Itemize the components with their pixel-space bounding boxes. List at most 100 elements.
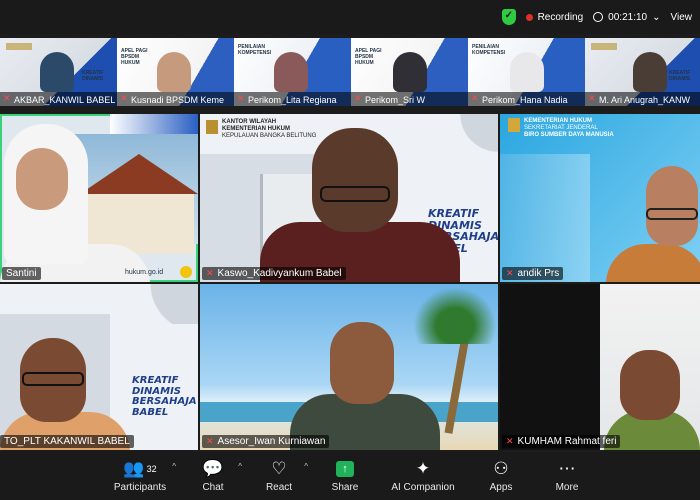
- participant-name: Kaswo_Kadivyankum Babel: [217, 268, 342, 279]
- chevron-down-icon: ⌄: [652, 11, 661, 23]
- share-label: Share: [331, 481, 359, 493]
- mic-off-icon: ✕: [471, 93, 479, 103]
- glasses-icon: [22, 372, 84, 386]
- thumbnail-tile[interactable]: APEL PAGI BPSDM HUKUM ✕ Kusnadi BPSDM Ke…: [117, 38, 234, 106]
- meeting-top-bar: Recording 00:21:10 ⌄ View: [0, 0, 700, 34]
- website-label: hukum.go.id: [125, 269, 164, 276]
- participant-name-tag: ✕ Asesor_Iwan Kurniawan: [202, 435, 330, 448]
- encryption-shield-icon[interactable]: [501, 9, 516, 25]
- participant-name: KUMHAM Rahmat feri: [517, 436, 617, 447]
- org-line-1: KANTOR WILAYAH: [222, 119, 277, 125]
- heart-icon: ♡: [271, 458, 287, 478]
- share-screen-icon: ↑: [336, 460, 354, 477]
- building-background: [500, 154, 590, 282]
- ministry-logo-icon: [206, 120, 218, 134]
- participant-face: [620, 350, 680, 420]
- participant-body: [606, 244, 700, 282]
- org-line-2: KEMENTERIAN HUKUM: [222, 126, 290, 133]
- thumbnail-tile[interactable]: PENILAIAN KOMPETENSI ✕ Perikom_Lita Regi…: [234, 38, 351, 106]
- mic-off-icon: ✕: [206, 268, 214, 278]
- thumbnail-name: AKBAR_KANWIL BABEL: [14, 95, 116, 105]
- apps-button[interactable]: ⚇ Apps: [468, 458, 534, 493]
- ai-companion-label: AI Companion: [391, 481, 455, 493]
- participant-name-tag: TO_PLT KAKANWIL BABEL: [0, 435, 134, 448]
- participant-name: andik Prs: [517, 268, 560, 279]
- mic-off-icon: ✕: [354, 93, 362, 103]
- participant-face: [330, 322, 394, 404]
- video-tile-kaswo[interactable]: KANTOR WILAYAH KEMENTERIAN HUKUM KEPULAU…: [200, 114, 498, 282]
- org-line-3: KEPULAUAN BANGKA BELITUNG: [222, 133, 317, 140]
- participant-video: [510, 52, 544, 92]
- thumbnail-name: Perikom_Lita Regiana: [248, 95, 337, 105]
- view-label: View: [670, 11, 693, 23]
- mic-off-icon: ✕: [506, 268, 514, 278]
- chat-label: Chat: [202, 481, 224, 493]
- recording-dot-icon: [525, 13, 533, 21]
- mic-off-icon: ✕: [3, 93, 11, 103]
- recording-label: Recording: [537, 11, 584, 23]
- participant-name-tag: ✕ KUMHAM Rahmat feri: [502, 435, 621, 448]
- thumbnail-tile[interactable]: PENILAIAN KOMPETENSI ✕ Perikom_Hana Nadi…: [468, 38, 585, 106]
- participants-button[interactable]: ^ 👥 32 Participants: [100, 458, 180, 493]
- timer-value: 00:21:10: [608, 11, 648, 23]
- decor-arc: [390, 114, 498, 174]
- thumbnail-tag: KREATIF DINAMIS: [669, 70, 691, 82]
- org-logo-icon: [591, 43, 617, 50]
- org-line-1: KEMENTERIAN HUKUM: [524, 118, 592, 124]
- chevron-up-icon[interactable]: ^: [238, 462, 242, 471]
- thumbnail-tag: PENILAIAN KOMPETENSI: [472, 44, 506, 56]
- more-button[interactable]: ⋯ More: [534, 459, 600, 493]
- mic-off-icon: ✕: [206, 436, 214, 446]
- mic-off-icon: ✕: [506, 436, 514, 446]
- participant-name: Santini: [6, 268, 37, 279]
- thumbnail-tag: PENILAIAN KOMPETENSI: [238, 44, 272, 56]
- participant-name: Asesor_Iwan Kurniawan: [217, 436, 326, 447]
- participant-name-tag: ✕ Kaswo_Kadivyankum Babel: [202, 267, 346, 280]
- apps-label: Apps: [489, 481, 513, 493]
- view-button[interactable]: View: [671, 12, 693, 23]
- participant-video: [633, 52, 667, 92]
- glasses-icon: [320, 186, 390, 202]
- thumbnail-tile[interactable]: KREATIF DINAMIS ✕ AKBAR_KANWIL BABEL: [0, 38, 117, 106]
- participants-count: 32: [146, 463, 157, 474]
- mic-off-icon: ✕: [237, 93, 245, 103]
- thumbnail-tile[interactable]: KREATIF DINAMIS ✕ M. Ari Anugrah_KANW: [585, 38, 700, 106]
- thumbnail-name: Perikom_Sri W: [365, 95, 426, 105]
- thumbnail-name: Kusnadi BPSDM Keme: [131, 95, 225, 105]
- thumbnail-tag: APEL PAGI BPSDM HUKUM: [355, 48, 382, 66]
- apps-icon: ⚇: [493, 458, 509, 478]
- chevron-up-icon[interactable]: ^: [172, 462, 176, 471]
- video-tile-asesor[interactable]: ✕ Asesor_Iwan Kurniawan: [200, 284, 498, 450]
- participant-name-tag: ✕ andik Prs: [502, 267, 564, 280]
- participant-face: [16, 148, 68, 210]
- decor-arc: [88, 284, 198, 324]
- org-text: KEMENTERIAN HUKUM SEKRETARIAT JENDERAL B…: [524, 118, 614, 140]
- more-label: More: [555, 481, 579, 493]
- video-tile-santini[interactable]: hukum.go.id Santini: [0, 114, 198, 282]
- mic-off-icon: ✕: [588, 93, 596, 103]
- meeting-toolbar: ^ 👥 32 Participants ^ 💬 Chat ^ ♡ React ↑ …: [0, 452, 700, 500]
- recording-indicator[interactable]: Recording: [525, 11, 584, 23]
- participant-video: [274, 52, 308, 92]
- chevron-up-icon[interactable]: ^: [304, 462, 308, 471]
- participants-icon: 👥: [123, 458, 145, 478]
- video-tile-andik[interactable]: KEMENTERIAN HUKUM SEKRETARIAT JENDERAL B…: [500, 114, 700, 282]
- thumbnail-tile[interactable]: APEL PAGI BPSDM HUKUM ✕ Perikom_Sri W: [351, 38, 468, 106]
- meeting-timer[interactable]: 00:21:10 ⌄: [593, 11, 661, 23]
- participant-video: [40, 52, 74, 92]
- participant-thumbnail-strip: KREATIF DINAMIS ✕ AKBAR_KANWIL BABEL APE…: [0, 38, 700, 106]
- mic-off-icon: ✕: [120, 93, 128, 103]
- video-tile-plt-kakanwil[interactable]: KREATIF DINAMIS BERSAHAJA BABEL TO_PLT K…: [0, 284, 198, 450]
- glasses-icon: [646, 208, 698, 220]
- participant-video: [393, 52, 427, 92]
- ai-companion-button[interactable]: ✦ AI Companion: [378, 459, 468, 493]
- share-button[interactable]: ↑ Share: [312, 460, 378, 493]
- participant-face: [646, 166, 698, 246]
- video-tile-kumham[interactable]: ✕ KUMHAM Rahmat feri: [500, 284, 700, 450]
- participant-name: TO_PLT KAKANWIL BABEL: [4, 436, 130, 447]
- participants-label: Participants: [113, 481, 167, 493]
- thumbnail-name: M. Ari Anugrah_KANW: [599, 95, 691, 105]
- org-logo-icon: [6, 43, 32, 50]
- react-button[interactable]: ^ ♡ React: [246, 458, 312, 493]
- chat-button[interactable]: ^ 💬 Chat: [180, 459, 246, 493]
